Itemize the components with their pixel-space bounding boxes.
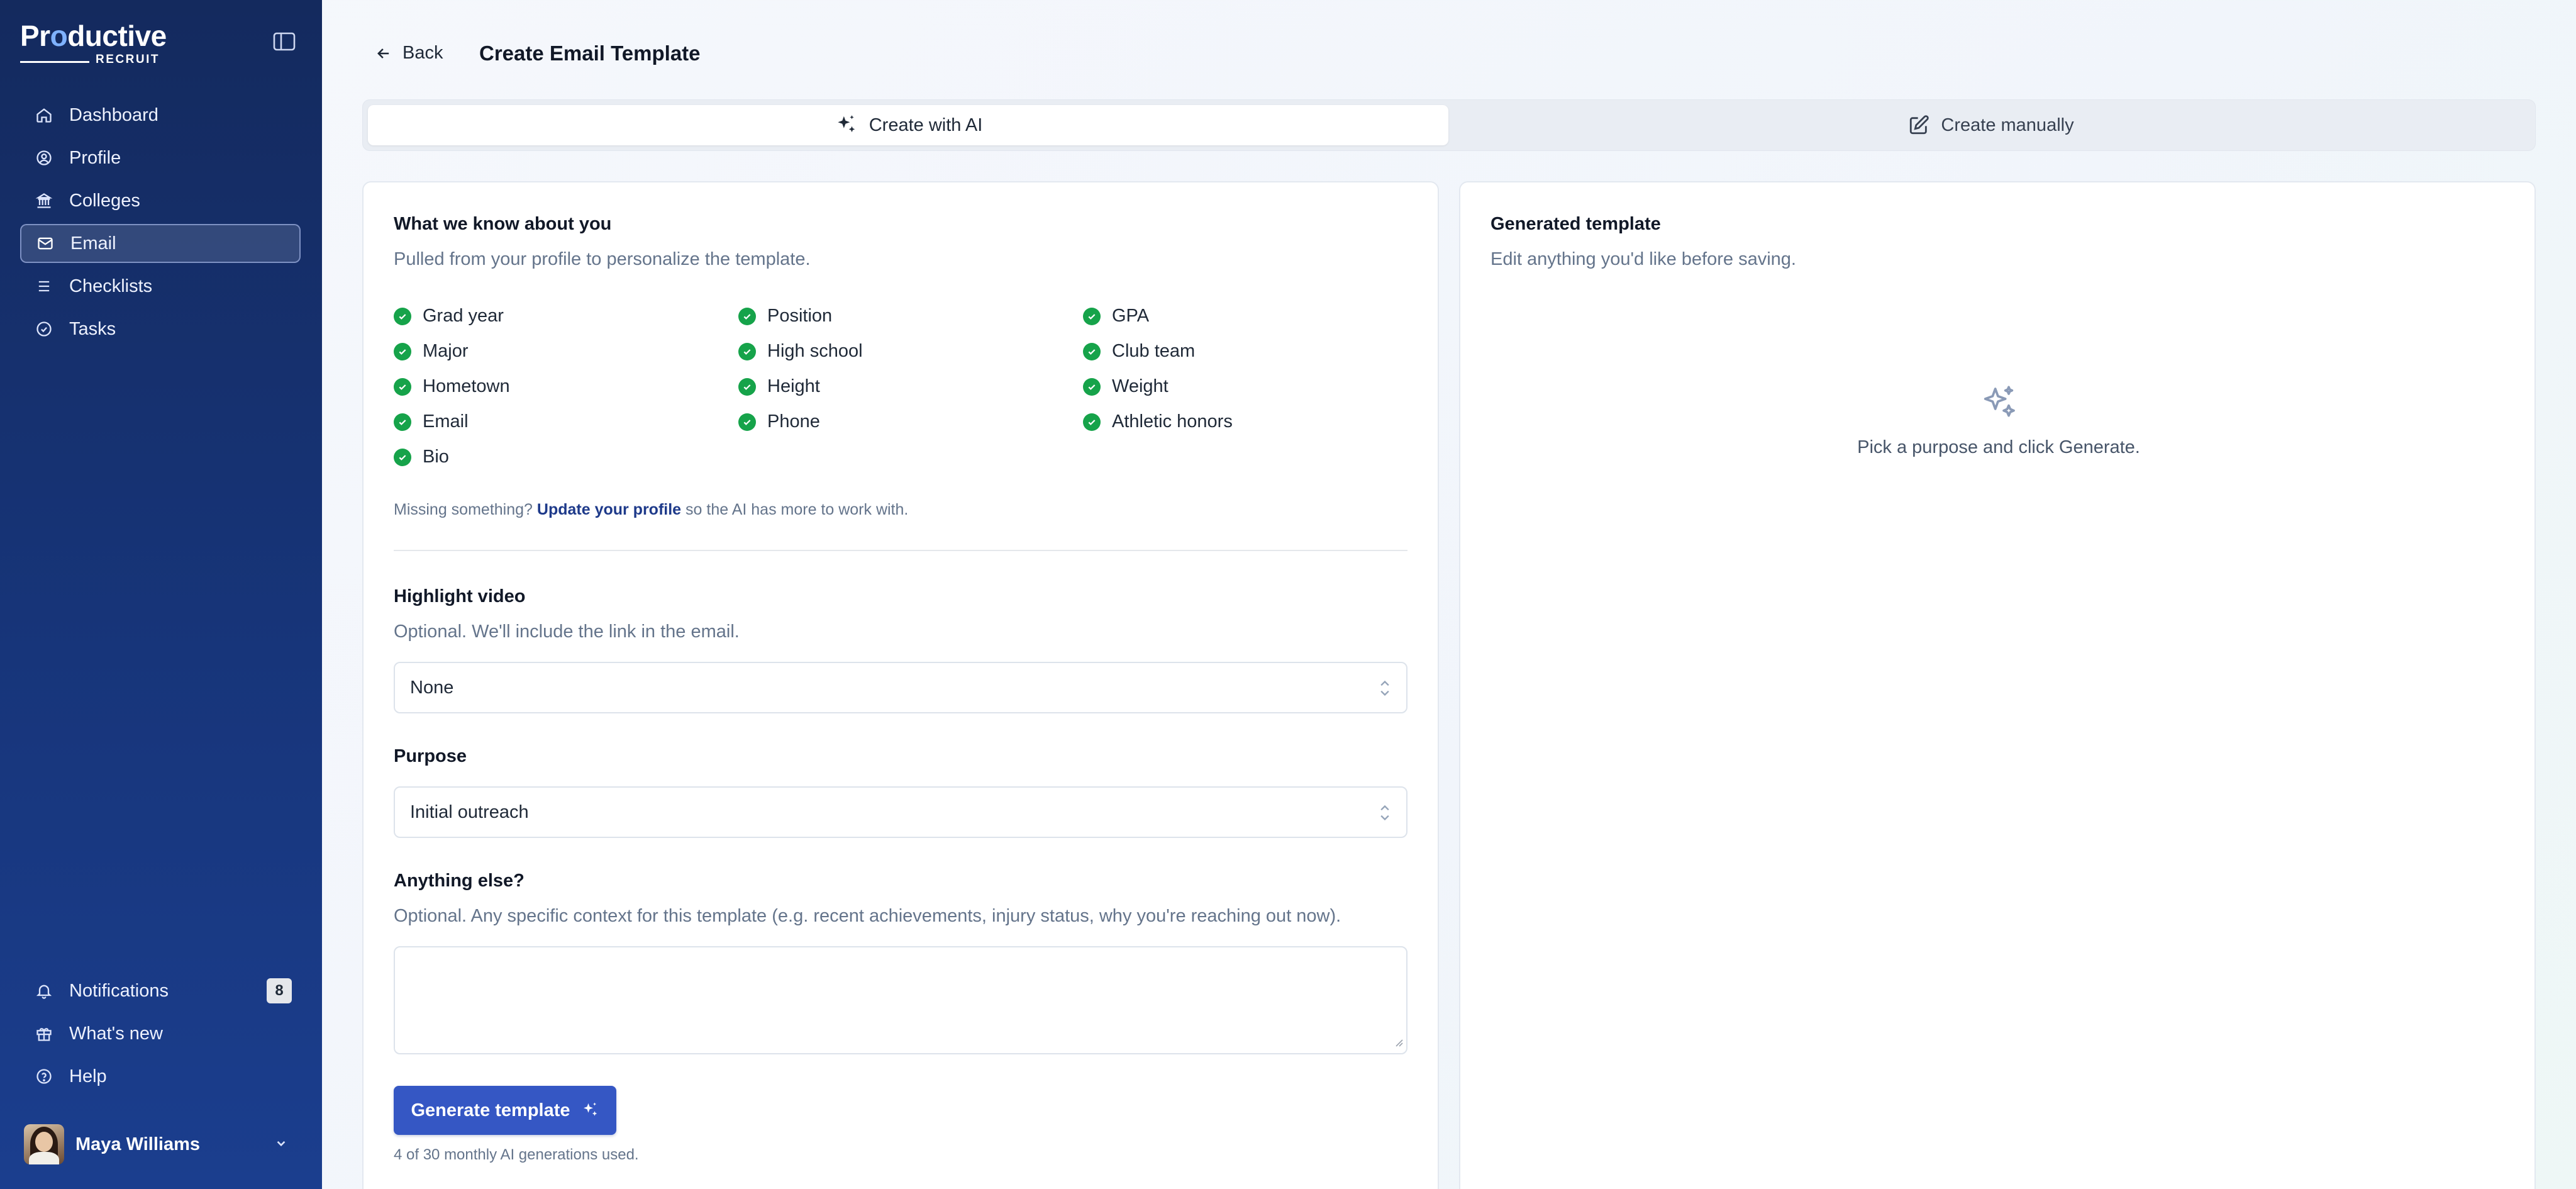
profile-field: Club team (1083, 341, 1195, 362)
mail-icon (36, 235, 54, 252)
generated-template-card: Generated template Edit anything you'd l… (1459, 181, 2536, 1189)
resize-handle-icon[interactable] (1392, 1036, 1404, 1051)
profile-field: Weight (1083, 376, 1169, 397)
sidebar-item-colleges[interactable]: Colleges (20, 181, 301, 220)
profile-field: GPA (1083, 306, 1149, 327)
bell-icon (35, 982, 53, 1000)
context-subtitle: Optional. Any specific context for this … (394, 906, 1341, 926)
tab-create-manually[interactable]: Create manually (1451, 105, 2531, 145)
empty-state-message: Pick a purpose and click Generate. (1857, 437, 2140, 457)
chevron-down-icon (273, 1135, 289, 1154)
back-button[interactable]: Back (375, 43, 443, 64)
about-subtitle: Pulled from your profile to personalize … (394, 249, 811, 269)
user-menu[interactable]: Maya Williams (24, 1124, 294, 1165)
sidebar: Productive RECRUIT Dashboard Profile Col… (0, 0, 322, 1189)
logo-subtitle: RECRUIT (96, 53, 160, 66)
update-profile-link[interactable]: Update your profile (537, 501, 681, 518)
check-icon (394, 377, 411, 396)
video-title: Highlight video (394, 586, 526, 606)
sidebar-item-whats-new[interactable]: What's new (20, 1014, 301, 1053)
check-icon (1083, 342, 1101, 360)
profile-field: Email (394, 411, 469, 432)
generate-template-button[interactable]: Generate template (394, 1086, 616, 1135)
check-icon (1083, 307, 1101, 325)
app-logo[interactable]: Productive RECRUIT (20, 21, 167, 67)
profile-field: Major (394, 341, 469, 362)
mode-switch: Create with AI Create manually (362, 99, 2536, 151)
check-icon (394, 413, 411, 431)
preview-title: Generated template (1491, 214, 1661, 234)
context-title: Anything else? (394, 871, 525, 891)
user-circle-icon (35, 149, 53, 167)
sidebar-item-tasks[interactable]: Tasks (20, 310, 301, 349)
ai-form-card: What we know about you Pulled from your … (362, 181, 1439, 1189)
check-icon (738, 413, 756, 431)
notifications-count-badge: 8 (267, 978, 292, 1003)
check-icon (1083, 413, 1101, 431)
chevron-up-down-icon (1376, 677, 1394, 705)
check-icon (738, 377, 756, 396)
sidebar-item-help[interactable]: Help (20, 1057, 301, 1096)
home-icon (35, 106, 53, 124)
sparkles-icon (838, 115, 855, 133)
check-icon (394, 342, 411, 360)
highlight-video-select[interactable]: None (394, 662, 1407, 713)
sparkles-icon (583, 1102, 597, 1116)
user-name: Maya Williams (75, 1134, 200, 1154)
missing-info-note: Missing something? Update your profile s… (394, 501, 909, 518)
gift-icon (35, 1025, 53, 1042)
check-icon (738, 307, 756, 325)
building-icon (35, 192, 53, 209)
profile-field: Grad year (394, 306, 504, 327)
sidebar-toggle-button[interactable] (272, 30, 297, 53)
tab-create-with-ai[interactable]: Create with AI (368, 105, 1448, 145)
sparkles-icon (1984, 386, 2015, 417)
sidebar-item-dashboard[interactable]: Dashboard (20, 96, 301, 135)
profile-field: Bio (394, 447, 449, 467)
check-icon (394, 448, 411, 466)
empty-state: Pick a purpose and click Generate. (1460, 384, 2537, 458)
check-circle-icon (35, 320, 53, 338)
video-subtitle: Optional. We'll include the link in the … (394, 622, 740, 642)
profile-field: High school (738, 341, 863, 362)
help-circle-icon (35, 1068, 53, 1085)
sidebar-item-checklists[interactable]: Checklists (20, 267, 301, 306)
chevron-up-down-icon (1376, 801, 1394, 829)
profile-field: Height (738, 376, 820, 397)
context-textarea[interactable] (394, 946, 1407, 1054)
check-icon (394, 307, 411, 325)
profile-field: Athletic honors (1083, 411, 1233, 432)
ai-usage-note: 4 of 30 monthly AI generations used. (394, 1146, 639, 1163)
sidebar-nav: Dashboard Profile Colleges Email Checkli… (20, 96, 301, 352)
profile-field: Position (738, 306, 832, 327)
sidebar-item-notifications[interactable]: Notifications 8 (20, 971, 301, 1010)
sidebar-item-profile[interactable]: Profile (20, 138, 301, 177)
purpose-title: Purpose (394, 746, 467, 766)
edit-icon (1910, 115, 1929, 135)
preview-subtitle: Edit anything you'd like before saving. (1491, 249, 1796, 269)
sidebar-panel-icon (273, 32, 296, 51)
page-title: Create Email Template (479, 42, 701, 65)
avatar (24, 1124, 64, 1164)
divider (394, 550, 1407, 551)
profile-field: Phone (738, 411, 820, 432)
arrow-left-icon (377, 48, 389, 59)
list-icon (35, 277, 53, 295)
profile-field: Hometown (394, 376, 510, 397)
check-icon (1083, 377, 1101, 396)
check-icon (738, 342, 756, 360)
about-title: What we know about you (394, 214, 612, 234)
purpose-select[interactable]: Initial outreach (394, 786, 1407, 838)
sidebar-item-email[interactable]: Email (20, 224, 301, 263)
sidebar-bottom-nav: Notifications 8 What's new Help (20, 971, 301, 1100)
